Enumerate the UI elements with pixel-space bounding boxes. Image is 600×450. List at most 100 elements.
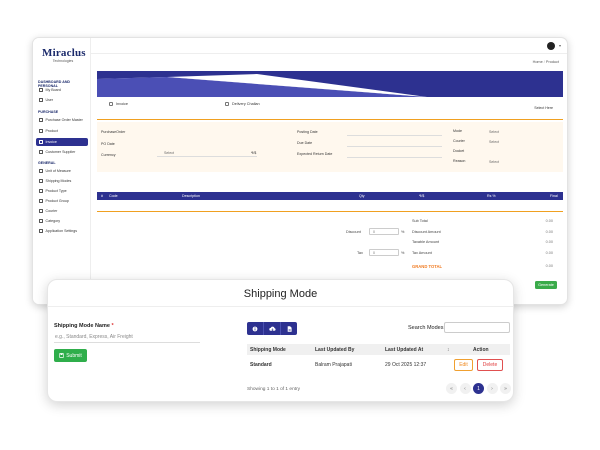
tax-amount-label: Tax Amount [412, 251, 432, 255]
sort-icon[interactable]: ↕ [447, 347, 450, 353]
page-prev[interactable]: ‹ [459, 383, 471, 394]
export-button-group [247, 322, 297, 335]
cloud-download-button[interactable] [264, 322, 281, 335]
discount-input[interactable]: 0 [369, 228, 399, 235]
posting-date-label: Posting Date [297, 130, 318, 134]
logo-sub: Technologies [52, 59, 74, 63]
edit-button[interactable]: Edit [454, 359, 473, 371]
col-tax: Rs % [487, 194, 496, 198]
sidebar-item-product-type[interactable]: Product Type [36, 187, 88, 195]
shipping-table-header: Shipping Mode Last Updated By Last Updat… [247, 344, 510, 355]
copy-button[interactable] [247, 322, 264, 335]
top-bar: ▾ [91, 38, 567, 54]
sidebar-item-invoice[interactable]: Invoice [36, 138, 88, 146]
logo: Miraclus Technologies [42, 48, 86, 64]
page-next[interactable]: › [486, 383, 498, 394]
challan-checkbox[interactable] [225, 102, 229, 106]
sidebar-item-my-board[interactable]: My Board [36, 86, 88, 94]
expected-return-label: Expected Return Date [297, 152, 333, 156]
gear-icon [39, 229, 43, 233]
invoice-checkbox[interactable] [109, 102, 113, 106]
posting-date-underline [347, 135, 442, 136]
sidebar-item-category[interactable]: Category [36, 217, 88, 225]
sidebar-item-shipping[interactable]: Shipping Modes [36, 177, 88, 185]
po-date-label: PO Date [101, 142, 115, 146]
file-export-button[interactable] [281, 322, 297, 335]
grand-total-value: 0.00 [545, 264, 553, 268]
user-icon [39, 98, 43, 102]
required-mark: * [111, 323, 114, 329]
currency-select[interactable]: Select [164, 151, 174, 155]
shipping-name-input[interactable] [54, 331, 200, 343]
col-final: Final [550, 194, 558, 198]
currency-label: Currency [101, 153, 116, 157]
mode-select[interactable]: Select [489, 130, 499, 134]
reason-label: Reason [453, 159, 466, 163]
sidebar-item-courier[interactable]: Courier [36, 207, 88, 215]
sub-total-value: 0.00 [545, 219, 553, 223]
people-icon [39, 150, 43, 154]
col-description: Description [182, 194, 200, 198]
submit-button[interactable]: Submit [54, 349, 87, 362]
header-banner [97, 71, 563, 97]
avatar[interactable] [547, 42, 555, 50]
sidebar-item-customer-supplier[interactable]: Customer Supplier [36, 148, 88, 156]
due-date-underline [347, 146, 442, 147]
expected-return-underline [347, 157, 442, 158]
invoice-form: PurchaseOrder PO Date Currency Select ₹/… [97, 122, 563, 172]
col-updated-at[interactable]: Last Updated At [385, 347, 423, 353]
tax-input[interactable]: 0 [369, 249, 399, 256]
breadcrumb-current: Product [545, 60, 559, 64]
generate-button[interactable]: Generate [535, 281, 557, 289]
sidebar-item-product[interactable]: Product [36, 127, 88, 135]
taxable-value: 0.00 [545, 240, 553, 244]
tax-pct-symbol: % [401, 251, 405, 255]
sidebar-item-user[interactable]: User [36, 96, 88, 104]
search-input[interactable] [444, 322, 510, 333]
sidebar-item-purchase-order[interactable]: Purchase Order Master [36, 116, 88, 124]
mode-label: Mode [453, 129, 462, 133]
option-invoice[interactable]: Invoice [109, 102, 128, 106]
shipping-mode-window: Shipping Mode Shipping Mode Name * Submi… [47, 279, 514, 402]
cloud-download-icon [268, 326, 276, 331]
layers-icon [39, 199, 43, 203]
pagination-info: Showing 1 to 1 of 1 entry [247, 387, 301, 392]
breadcrumb: Home / Product [533, 60, 559, 64]
page-first[interactable]: « [446, 383, 457, 394]
grand-total-label: GRAND TOTAL [412, 264, 443, 269]
discount-label: Discount [346, 230, 361, 234]
select-here[interactable]: Select Here [534, 106, 553, 110]
courier-label: Courier [453, 139, 465, 143]
page-title: Shipping Mode [243, 288, 318, 300]
col-shipping-mode[interactable]: Shipping Mode [250, 347, 286, 353]
save-icon [59, 353, 65, 358]
currency-underline [157, 156, 257, 157]
invoice-icon [39, 140, 43, 144]
sidebar-item-product-group[interactable]: Product Group [36, 197, 88, 205]
sidebar-item-unit[interactable]: Unit of Measure [36, 167, 88, 175]
category-icon [39, 219, 43, 223]
chevron-down-icon[interactable]: ▾ [559, 43, 561, 48]
tax-label: Tax [357, 251, 363, 255]
invoice-window: Miraclus Technologies DASHBOARD AND PERS… [32, 37, 568, 305]
divider [97, 119, 563, 120]
tag-icon [39, 189, 43, 193]
breadcrumb-separator: / [543, 60, 545, 64]
option-challan[interactable]: Delivery Challan [225, 102, 260, 106]
divider-2 [97, 211, 563, 212]
sidebar-item-settings[interactable]: Application Settings [36, 227, 88, 235]
box-icon [39, 129, 43, 133]
page-1[interactable]: 1 [473, 383, 484, 394]
reason-select[interactable]: Select [489, 160, 499, 164]
title-divider [48, 306, 513, 307]
col-updated-by[interactable]: Last Updated By [315, 347, 354, 353]
sidebar: Miraclus Technologies DASHBOARD AND PERS… [33, 38, 91, 304]
breadcrumb-home[interactable]: Home [533, 60, 543, 64]
page-last[interactable]: » [500, 383, 511, 394]
courier-select[interactable]: Select [489, 140, 499, 144]
sub-total-label: Sub Total [412, 219, 428, 223]
currency-symbol: ₹/$ [251, 151, 257, 155]
delete-button[interactable]: Delete [477, 359, 503, 371]
discount-amount-value: 0.00 [545, 230, 553, 234]
info-icon [252, 326, 258, 331]
